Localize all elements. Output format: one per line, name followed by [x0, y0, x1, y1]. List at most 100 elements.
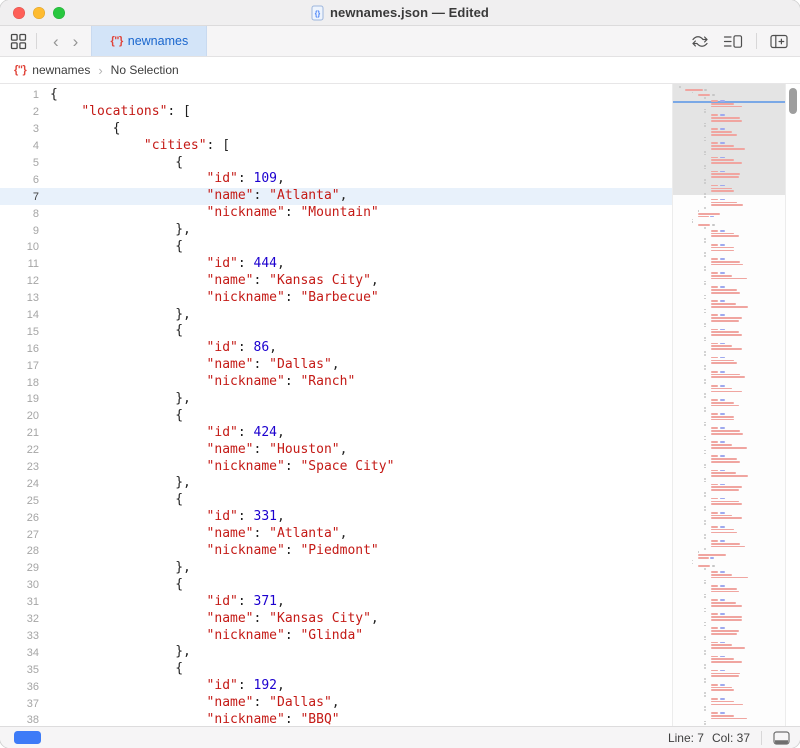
- code-line[interactable]: 2 "locations": [: [0, 104, 672, 121]
- line-number[interactable]: 5: [0, 157, 39, 169]
- code-line[interactable]: 14 },: [0, 307, 672, 324]
- close-window-button[interactable]: [13, 7, 25, 19]
- line-number[interactable]: 21: [0, 427, 39, 439]
- code-line[interactable]: 18 "nickname": "Ranch": [0, 374, 672, 391]
- code-line[interactable]: 17 "name": "Dallas",: [0, 357, 672, 374]
- line-number[interactable]: 4: [0, 140, 39, 152]
- line-number[interactable]: 19: [0, 393, 39, 405]
- zoom-window-button[interactable]: [53, 7, 65, 19]
- line-number[interactable]: 32: [0, 613, 39, 625]
- code-line[interactable]: 35 {: [0, 661, 672, 678]
- code-line[interactable]: 8 "nickname": "Mountain": [0, 205, 672, 222]
- line-number[interactable]: 30: [0, 579, 39, 591]
- bottom-bar-icon[interactable]: [773, 731, 790, 745]
- line-number[interactable]: 10: [0, 241, 39, 253]
- line-number[interactable]: 26: [0, 512, 39, 524]
- code-line[interactable]: 27 "name": "Atlanta",: [0, 526, 672, 543]
- line-number[interactable]: 29: [0, 562, 39, 574]
- code-line[interactable]: 36 "id": 192,: [0, 678, 672, 695]
- code-line[interactable]: 21 "id": 424,: [0, 425, 672, 442]
- code-line[interactable]: 20 {: [0, 408, 672, 425]
- line-number[interactable]: 23: [0, 461, 39, 473]
- forward-chevron-icon[interactable]: ›: [66, 33, 86, 50]
- line-number[interactable]: 20: [0, 410, 39, 422]
- minimize-window-button[interactable]: [33, 7, 45, 19]
- code-line[interactable]: 22 "name": "Houston",: [0, 442, 672, 459]
- line-number[interactable]: 17: [0, 360, 39, 372]
- code-line[interactable]: 38 "nickname": "BBQ": [0, 712, 672, 726]
- line-number[interactable]: 15: [0, 326, 39, 338]
- line-number[interactable]: 6: [0, 174, 39, 186]
- line-number[interactable]: 8: [0, 208, 39, 220]
- line-number[interactable]: 1: [0, 89, 39, 101]
- breadcrumb-selection[interactable]: No Selection: [111, 63, 179, 77]
- jump-bar: {"} newnames › No Selection: [0, 57, 800, 84]
- related-items-swap-icon[interactable]: [690, 34, 710, 49]
- code-line[interactable]: 25 {: [0, 492, 672, 509]
- code-line[interactable]: 9 },: [0, 222, 672, 239]
- code-line[interactable]: 11 "id": 444,: [0, 256, 672, 273]
- code-line[interactable]: 23 "nickname": "Space City": [0, 459, 672, 476]
- code-line[interactable]: 32 "name": "Kansas City",: [0, 611, 672, 628]
- code-line[interactable]: 34 },: [0, 644, 672, 661]
- line-number[interactable]: 22: [0, 444, 39, 456]
- tab-newnames[interactable]: {"} newnames: [91, 26, 207, 56]
- scrollbar[interactable]: [786, 84, 800, 726]
- line-number[interactable]: 31: [0, 596, 39, 608]
- status-blue-indicator[interactable]: [14, 731, 41, 744]
- code-line[interactable]: 1{: [0, 87, 672, 104]
- line-number[interactable]: 25: [0, 495, 39, 507]
- minimap[interactable]: [672, 84, 786, 726]
- code-line[interactable]: 10 {: [0, 239, 672, 256]
- document-proxy-icon[interactable]: {}: [311, 5, 324, 21]
- add-editor-icon[interactable]: [770, 34, 788, 49]
- source-code[interactable]: 1{2 "locations": [3 {4 "cities": [5 {6 "…: [0, 84, 672, 726]
- line-number[interactable]: 37: [0, 698, 39, 710]
- line-number[interactable]: 13: [0, 292, 39, 304]
- line-number[interactable]: 14: [0, 309, 39, 321]
- minimap-line: [711, 577, 749, 579]
- line-number[interactable]: 9: [0, 225, 39, 237]
- code-line[interactable]: 7 "name": "Atlanta",: [0, 188, 672, 205]
- code-line[interactable]: 33 "nickname": "Glinda": [0, 628, 672, 645]
- code-line[interactable]: 4 "cities": [: [0, 138, 672, 155]
- line-number[interactable]: 16: [0, 343, 39, 355]
- line-number[interactable]: 2: [0, 106, 39, 118]
- minimap-line: [704, 422, 706, 424]
- code-line[interactable]: 29 },: [0, 560, 672, 577]
- line-number[interactable]: 27: [0, 529, 39, 541]
- code-line[interactable]: 5 {: [0, 155, 672, 172]
- code-line[interactable]: 15 {: [0, 323, 672, 340]
- code-line[interactable]: 3 {: [0, 121, 672, 138]
- code-line[interactable]: 6 "id": 109,: [0, 171, 672, 188]
- line-number[interactable]: 11: [0, 258, 39, 270]
- line-number[interactable]: 24: [0, 478, 39, 490]
- code-line[interactable]: 19 },: [0, 391, 672, 408]
- code-line[interactable]: 24 },: [0, 475, 672, 492]
- scrollbar-thumb[interactable]: [789, 88, 797, 114]
- line-number[interactable]: 3: [0, 123, 39, 135]
- line-number[interactable]: 36: [0, 681, 39, 693]
- line-number[interactable]: 38: [0, 714, 39, 726]
- code-line[interactable]: 13 "nickname": "Barbecue": [0, 290, 672, 307]
- line-number[interactable]: 28: [0, 545, 39, 557]
- code-line[interactable]: 16 "id": 86,: [0, 340, 672, 357]
- line-number[interactable]: 12: [0, 275, 39, 287]
- line-number[interactable]: 33: [0, 630, 39, 642]
- code-line[interactable]: 12 "name": "Kansas City",: [0, 273, 672, 290]
- breadcrumb-file[interactable]: newnames: [32, 63, 90, 77]
- code-line[interactable]: 31 "id": 371,: [0, 594, 672, 611]
- code-line[interactable]: 30 {: [0, 577, 672, 594]
- line-number[interactable]: 35: [0, 664, 39, 676]
- code-line[interactable]: 26 "id": 331,: [0, 509, 672, 526]
- code-line[interactable]: 37 "name": "Dallas",: [0, 695, 672, 712]
- minimap-line: [692, 563, 694, 565]
- line-number[interactable]: 18: [0, 377, 39, 389]
- minimap-line: [711, 345, 733, 347]
- line-number[interactable]: 7: [0, 191, 39, 203]
- code-line[interactable]: 28 "nickname": "Piedmont": [0, 543, 672, 560]
- line-number[interactable]: 34: [0, 647, 39, 659]
- back-chevron-icon[interactable]: ‹: [46, 33, 66, 50]
- tab-overview-icon[interactable]: [10, 33, 27, 50]
- editor-options-icon[interactable]: [723, 34, 743, 49]
